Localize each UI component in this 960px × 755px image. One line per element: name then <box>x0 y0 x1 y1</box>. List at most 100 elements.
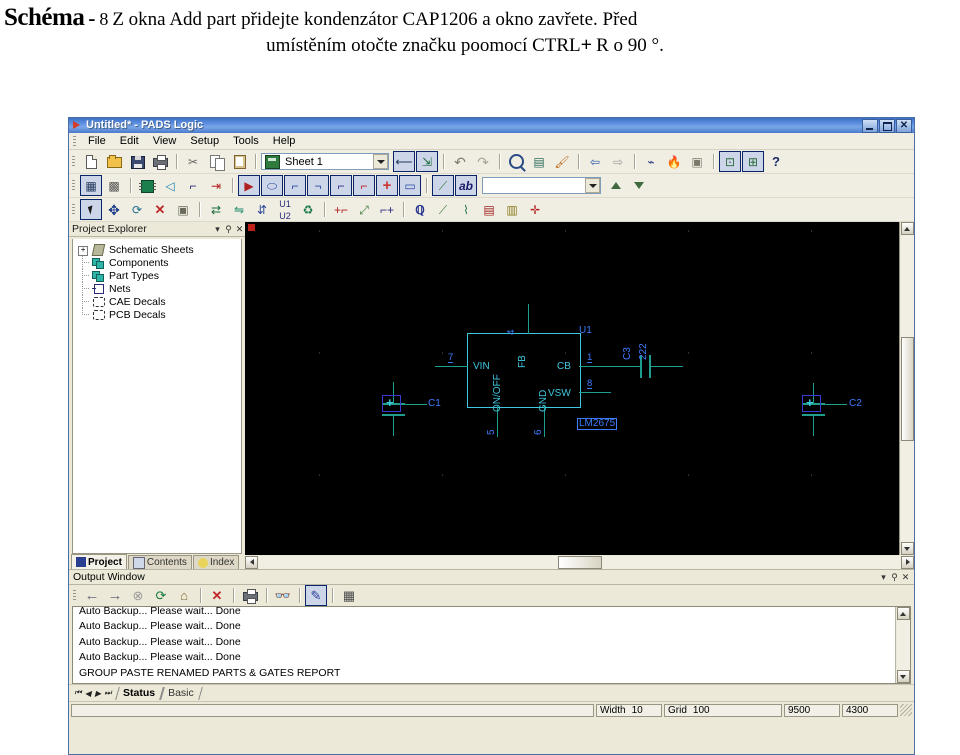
tree-item-pcb-decals[interactable]: PCB Decals <box>75 308 239 321</box>
properties-icon[interactable]: ▣ <box>686 151 708 172</box>
chevron-down-icon[interactable] <box>585 178 600 193</box>
output-toolbar-grip[interactable] <box>73 590 76 601</box>
draw-line-icon[interactable]: ⟋ <box>432 175 454 196</box>
up-arrow-icon[interactable] <box>605 175 627 196</box>
vscroll-track[interactable] <box>896 620 910 670</box>
scroll-down-button[interactable] <box>896 670 910 683</box>
select-alt-tool-icon[interactable]: ⇲ <box>416 151 438 172</box>
resize-grip[interactable] <box>900 704 912 716</box>
vscroll-track[interactable] <box>900 440 914 542</box>
add-terminal-icon[interactable]: ⌐ <box>284 175 306 196</box>
new-file-icon[interactable] <box>80 151 102 172</box>
nav-next-icon[interactable]: ▶ <box>93 689 103 698</box>
flame-icon[interactable]: 🔥 <box>663 151 685 172</box>
tree-item-nets[interactable]: Nets <box>75 282 239 295</box>
edit-icon[interactable]: ✎ <box>305 585 327 606</box>
menu-file[interactable]: File <box>81 134 113 148</box>
maximize-button[interactable] <box>879 118 895 133</box>
nav-last-icon[interactable]: ⏭ <box>103 688 113 698</box>
pads-router-icon[interactable]: ⊞ <box>742 151 764 172</box>
hscroll-thumb[interactable] <box>557 555 602 569</box>
panel-pin-icon[interactable]: ⚲ <box>889 572 900 583</box>
tab-contents[interactable]: Contents <box>127 555 192 569</box>
scroll-up-button[interactable] <box>900 222 914 235</box>
select-net-icon[interactable]: ▦ <box>80 175 102 196</box>
down-arrow-icon[interactable] <box>628 175 650 196</box>
filter-combo[interactable] <box>482 177 601 194</box>
component-reference-c1[interactable]: C1 <box>428 399 441 409</box>
output-window-log[interactable]: Auto Backup... Please wait... Done Auto … <box>72 606 911 684</box>
add-bus-icon[interactable]: ▶ <box>238 175 260 196</box>
drawing-toolbar-grip[interactable] <box>72 180 75 191</box>
minimize-button[interactable] <box>862 118 878 133</box>
print-icon[interactable] <box>149 151 171 172</box>
move-icon[interactable]: ✥ <box>103 199 125 220</box>
standard-toolbar-grip[interactable] <box>72 156 75 167</box>
scroll-right-button[interactable] <box>901 555 914 569</box>
recycle-icon[interactable]: ♻ <box>297 199 319 220</box>
back-icon[interactable]: ← <box>81 585 103 606</box>
vscroll-track[interactable] <box>900 235 914 337</box>
next-sheet-icon[interactable]: ⇨ <box>607 151 629 172</box>
component-reference-c3[interactable]: C3 <box>622 347 633 360</box>
clear-icon[interactable]: ✕ <box>206 585 228 606</box>
zoom-icon[interactable] <box>505 151 527 172</box>
tab-basic[interactable]: Basic <box>162 687 201 700</box>
nav-first-icon[interactable]: ⏮ <box>73 688 83 698</box>
netlist-icon[interactable]: ⌁ <box>640 151 662 172</box>
canvas-horizontal-scrollbar[interactable] <box>245 555 914 569</box>
nav-prev-icon[interactable]: ◀ <box>83 689 93 698</box>
component-value-c3[interactable]: 222 <box>638 343 649 360</box>
open-file-icon[interactable] <box>103 151 125 172</box>
refresh-icon[interactable]: ⟳ <box>150 585 172 606</box>
tree-item-cae-decals[interactable]: CAE Decals <box>75 295 239 308</box>
close-button[interactable]: ✕ <box>896 118 912 133</box>
add-junction-icon[interactable]: ▭ <box>399 175 421 196</box>
vscroll-thumb[interactable] <box>900 336 914 441</box>
tree-item-schematic-sheets[interactable]: + Schematic Sheets <box>75 243 239 256</box>
renumber-icon[interactable]: U1 U2 <box>274 199 296 221</box>
tab-index[interactable]: Index <box>192 555 240 569</box>
print-icon[interactable] <box>239 585 261 606</box>
rotate-icon[interactable]: ⟳ <box>126 199 148 220</box>
menu-help[interactable]: Help <box>266 134 303 148</box>
forward-icon[interactable]: → <box>104 585 126 606</box>
tree-item-part-types[interactable]: Part Types <box>75 269 239 282</box>
menu-drag-grip[interactable] <box>73 135 76 147</box>
pointer-icon[interactable] <box>80 199 102 220</box>
add-signal-icon[interactable]: ⌐ <box>330 175 352 196</box>
schematic-canvas[interactable]: 7 VIN 4 FB 1 CB 8 VSW ON/OFF 5 GND 6 U1 … <box>245 222 899 555</box>
scroll-left-button[interactable] <box>245 555 258 569</box>
panel-pin-icon[interactable]: ⚲ <box>223 224 234 235</box>
panel-menu-icon[interactable]: ▾ <box>878 572 889 583</box>
menu-view[interactable]: View <box>146 134 184 148</box>
swap-part-icon[interactable]: ⇄ <box>205 199 227 220</box>
add-pin-icon[interactable]: ¬ <box>307 175 329 196</box>
grid-icon[interactable]: ▦ <box>338 585 360 606</box>
add-connection-icon[interactable]: ⌐ <box>182 175 204 196</box>
select-tool-icon[interactable]: ⟵ <box>393 151 415 172</box>
delete-icon[interactable]: ✕ <box>149 199 171 220</box>
menu-tools[interactable]: Tools <box>226 134 266 148</box>
ic-reference-u1[interactable]: U1 <box>579 326 592 336</box>
bom-report-icon[interactable]: ▤ <box>478 199 500 220</box>
measure-icon[interactable]: ⟋ <box>432 199 454 220</box>
select-net-alt-icon[interactable]: ▩ <box>103 175 125 196</box>
view-board-icon[interactable]: ▤ <box>528 151 550 172</box>
add-text-icon[interactable]: ab <box>455 175 477 196</box>
panel-menu-icon[interactable]: ▾ <box>212 224 223 235</box>
menu-edit[interactable]: Edit <box>113 134 146 148</box>
library-icon[interactable]: ▥ <box>501 199 523 220</box>
query-icon[interactable]: ℚ <box>409 199 431 220</box>
sheet-selector-combo[interactable]: Sheet 1 <box>261 153 389 170</box>
copy-icon[interactable] <box>205 151 227 172</box>
home-icon[interactable]: ⌂ <box>173 585 195 606</box>
scroll-down-button[interactable] <box>900 542 914 555</box>
highlight-icon[interactable]: ⌇ <box>455 199 477 220</box>
cut-icon[interactable]: ✂ <box>182 151 204 172</box>
prev-sheet-icon[interactable]: ⇦ <box>584 151 606 172</box>
add-part-icon[interactable] <box>136 175 158 196</box>
add-power-icon[interactable]: ⌐ <box>353 175 375 196</box>
hscroll-track[interactable] <box>258 555 558 569</box>
stop-icon[interactable]: ⊗ <box>127 585 149 606</box>
